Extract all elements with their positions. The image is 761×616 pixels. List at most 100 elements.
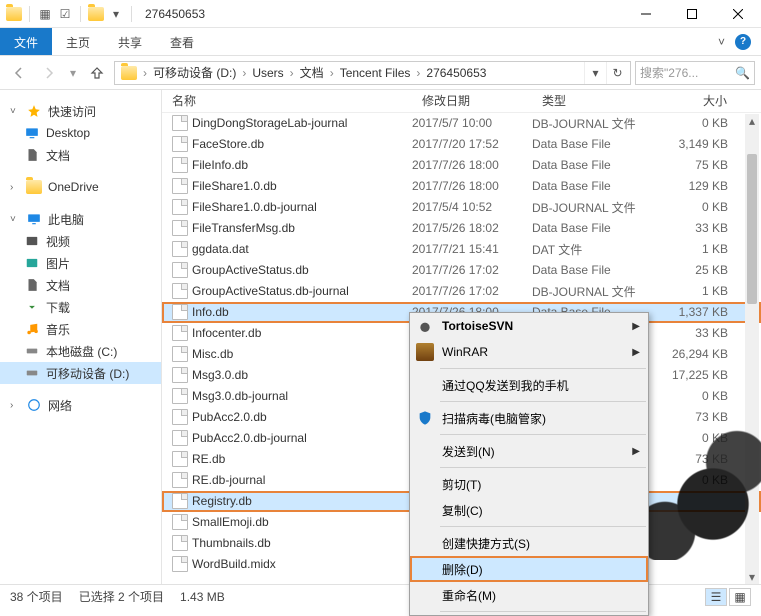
file-icon: [172, 493, 188, 509]
file-type: DB-JOURNAL 文件: [532, 283, 656, 300]
file-name: DingDongStorageLab-journal: [192, 116, 347, 130]
menu-cut[interactable]: 剪切(T): [410, 471, 648, 497]
menu-tortoisesvn[interactable]: TortoiseSVN▶: [410, 313, 648, 339]
column-name[interactable]: 名称: [162, 92, 412, 109]
scrollbar[interactable]: ▴ ▾: [745, 114, 759, 584]
menu-send-to[interactable]: 发送到(N)▶: [410, 438, 648, 464]
tab-view[interactable]: 查看: [156, 28, 208, 55]
sidebar-this-pc[interactable]: ˅此电脑: [0, 208, 161, 230]
column-size[interactable]: 大小: [656, 92, 738, 109]
sidebar-item-documents[interactable]: 文档: [0, 274, 161, 296]
menu-winrar[interactable]: WinRAR▶: [410, 339, 648, 365]
view-details-icon[interactable]: ☰: [705, 588, 727, 606]
sidebar-item-desktop[interactable]: Desktop: [0, 122, 161, 144]
sidebar-onedrive[interactable]: ›OneDrive: [0, 176, 161, 198]
menu-create-shortcut[interactable]: 创建快捷方式(S): [410, 530, 648, 556]
back-button[interactable]: [6, 60, 32, 86]
search-icon[interactable]: 🔍: [735, 66, 750, 80]
file-date: 2017/7/26 18:00: [412, 179, 532, 193]
status-size: 1.43 MB: [180, 590, 225, 604]
disk-icon: [24, 343, 40, 359]
file-name: FileShare1.0.db-journal: [192, 200, 317, 214]
ribbon-collapse-icon[interactable]: ˅: [718, 35, 725, 49]
breadcrumb[interactable]: 可移动设备 (D:): [149, 64, 240, 81]
close-button[interactable]: [715, 0, 761, 28]
column-date[interactable]: 修改日期: [412, 92, 532, 109]
qat-properties-icon[interactable]: ▦: [37, 6, 53, 22]
file-row[interactable]: FileShare1.0.db-journal2017/5/4 10:52DB-…: [162, 197, 761, 218]
file-icon: [172, 514, 188, 530]
address-bar[interactable]: › 可移动设备 (D:) › Users › 文档 › Tencent File…: [114, 61, 631, 85]
file-name: FileTransferMsg.db: [192, 221, 295, 235]
menu-scan-virus[interactable]: 扫描病毒(电脑管家): [410, 405, 648, 431]
breadcrumb[interactable]: Tencent Files: [336, 66, 415, 80]
breadcrumb[interactable]: 276450653: [422, 66, 490, 80]
sidebar-item-music[interactable]: 音乐: [0, 318, 161, 340]
file-icon: [172, 115, 188, 131]
file-row[interactable]: FaceStore.db2017/7/20 17:52Data Base Fil…: [162, 134, 761, 155]
qat-caret-icon[interactable]: ▾: [108, 6, 124, 22]
minimize-button[interactable]: [623, 0, 669, 28]
menu-copy[interactable]: 复制(C): [410, 497, 648, 523]
forward-button[interactable]: [36, 60, 62, 86]
sidebar-item-videos[interactable]: 视频: [0, 230, 161, 252]
file-row[interactable]: GroupActiveStatus.db2017/7/26 17:02Data …: [162, 260, 761, 281]
menu-rename[interactable]: 重命名(M): [410, 582, 648, 608]
file-row[interactable]: DingDongStorageLab-journal2017/5/7 10:00…: [162, 113, 761, 134]
sidebar-item-downloads[interactable]: 下载: [0, 296, 161, 318]
address-dropdown-icon[interactable]: ▾: [584, 62, 606, 84]
file-row[interactable]: GroupActiveStatus.db-journal2017/7/26 17…: [162, 281, 761, 302]
sidebar-quick-access[interactable]: ˅快速访问: [0, 100, 161, 122]
search-box[interactable]: 搜索"276... 🔍: [635, 61, 755, 85]
file-row[interactable]: FileShare1.0.db2017/7/26 18:00Data Base …: [162, 176, 761, 197]
file-size: 0 KB: [656, 473, 738, 487]
file-icon: [172, 178, 188, 194]
submenu-arrow-icon: ▶: [632, 321, 640, 332]
breadcrumb[interactable]: Users: [248, 66, 287, 80]
refresh-icon[interactable]: ↻: [606, 62, 628, 84]
window-title: 276450653: [141, 7, 205, 21]
file-size: 17,225 KB: [656, 368, 738, 382]
chevron-right-icon[interactable]: ›: [288, 66, 296, 80]
file-size: 26,294 KB: [656, 347, 738, 361]
file-name: GroupActiveStatus.db: [192, 263, 309, 277]
file-name: Misc.db: [192, 347, 233, 361]
file-row[interactable]: FileInfo.db2017/7/26 18:00Data Base File…: [162, 155, 761, 176]
history-dropdown[interactable]: ▾: [66, 60, 80, 86]
sidebar-item-removable-d[interactable]: 可移动设备 (D:): [0, 362, 161, 384]
maximize-button[interactable]: [669, 0, 715, 28]
file-size: 75 KB: [656, 158, 738, 172]
scroll-down-icon[interactable]: ▾: [745, 570, 759, 584]
file-row[interactable]: ggdata.dat2017/7/21 15:41DAT 文件1 KB: [162, 239, 761, 260]
chevron-right-icon[interactable]: ›: [414, 66, 422, 80]
scroll-up-icon[interactable]: ▴: [745, 114, 759, 128]
document-icon: [24, 147, 40, 163]
up-button[interactable]: [84, 60, 110, 86]
menu-delete[interactable]: 删除(D): [410, 556, 648, 582]
menu-send-qq[interactable]: 通过QQ发送到我的手机: [410, 372, 648, 398]
sidebar-network[interactable]: ›网络: [0, 394, 161, 416]
file-type: Data Base File: [532, 221, 656, 235]
tab-home[interactable]: 主页: [52, 28, 104, 55]
address-folder-icon: [88, 7, 104, 21]
sidebar-item-documents[interactable]: 文档: [0, 144, 161, 166]
file-tab[interactable]: 文件: [0, 28, 52, 55]
breadcrumb[interactable]: 文档: [296, 64, 328, 81]
chevron-right-icon[interactable]: ›: [141, 66, 149, 80]
file-row[interactable]: FileTransferMsg.db2017/5/26 18:02Data Ba…: [162, 218, 761, 239]
sidebar-item-pictures[interactable]: 图片: [0, 252, 161, 274]
file-date: 2017/7/26 17:02: [412, 284, 532, 298]
file-name: WordBuild.midx: [192, 557, 276, 571]
scroll-thumb[interactable]: [747, 154, 757, 304]
tab-share[interactable]: 共享: [104, 28, 156, 55]
qat-select-icon[interactable]: ☑: [57, 6, 73, 22]
file-size: 129 KB: [656, 179, 738, 193]
help-icon[interactable]: ?: [735, 34, 751, 50]
chevron-right-icon[interactable]: ›: [240, 66, 248, 80]
picture-icon: [24, 255, 40, 271]
sidebar-item-local-disk-c[interactable]: 本地磁盘 (C:): [0, 340, 161, 362]
disk-icon: [24, 365, 40, 381]
chevron-right-icon[interactable]: ›: [328, 66, 336, 80]
column-type[interactable]: 类型: [532, 92, 656, 109]
view-thumbnails-icon[interactable]: ▦: [729, 588, 751, 606]
